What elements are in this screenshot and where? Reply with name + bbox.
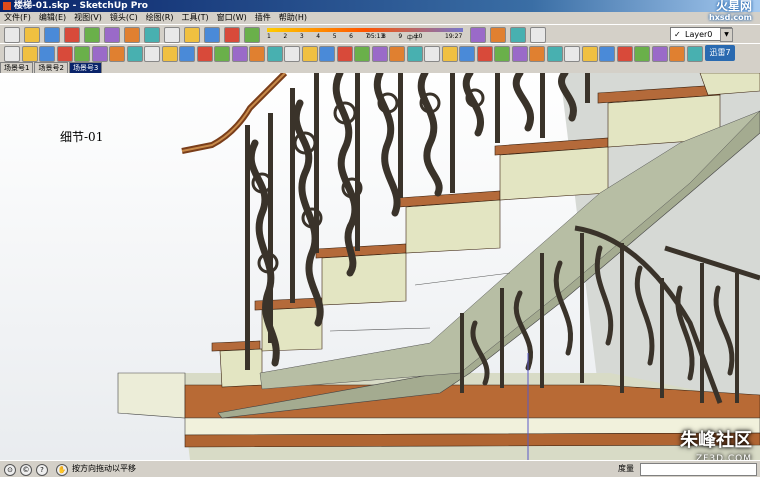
shadow-end-time: 19:27 <box>445 33 463 40</box>
previous-view-icon[interactable] <box>371 46 388 62</box>
undo-icon[interactable] <box>144 27 160 43</box>
arc-icon[interactable] <box>21 46 38 62</box>
menu-view[interactable]: 视图(V) <box>70 12 106 24</box>
move-icon[interactable] <box>74 46 90 62</box>
select-icon[interactable] <box>224 27 240 43</box>
model-info-icon[interactable] <box>204 27 220 43</box>
3d-text-icon[interactable] <box>266 46 283 62</box>
component-icon[interactable] <box>244 27 260 43</box>
zoom-extents-icon[interactable] <box>354 46 370 62</box>
measure-label: 度量 <box>618 464 634 473</box>
menu-file[interactable]: 文件(F) <box>0 12 35 24</box>
status-bar: ⊙ © ? ✋ 按方向拖动以平移 度量 <box>0 460 760 477</box>
redo-icon[interactable] <box>164 27 180 43</box>
geo-location-icon[interactable]: ⊙ <box>4 464 16 476</box>
scene-tabs: 场景号1 场景号2 场景号3 <box>0 62 760 74</box>
shadow-time: 05:13 <box>367 33 385 40</box>
measure-input[interactable] <box>640 463 757 476</box>
scene-label: 细节-01 <box>60 130 104 144</box>
next-view-icon[interactable] <box>389 46 405 62</box>
menu-edit[interactable]: 编辑(E) <box>35 12 70 24</box>
menu-window[interactable]: 窗口(W) <box>213 12 251 24</box>
window-title: 楼梯-01.skp - SketchUp Pro <box>14 1 148 11</box>
shadow-month-4: 4 <box>316 33 321 40</box>
dimension-icon[interactable] <box>196 46 213 62</box>
text-icon[interactable] <box>231 46 248 62</box>
shadow-month-2: 2 <box>283 33 288 40</box>
paste-icon[interactable] <box>104 27 120 43</box>
front-view-icon[interactable] <box>511 46 528 62</box>
right-view-icon[interactable] <box>529 46 545 62</box>
scale-icon[interactable] <box>144 46 160 62</box>
pan-status-icon: ✋ <box>56 464 68 476</box>
position-camera-icon[interactable] <box>406 46 423 62</box>
polygon-icon[interactable] <box>39 46 55 62</box>
menu-help[interactable]: 帮助(H) <box>275 12 311 24</box>
hidden-line-icon[interactable] <box>616 46 633 62</box>
circle-icon[interactable] <box>4 46 20 62</box>
monochrome-icon[interactable] <box>669 46 685 62</box>
credits-icon[interactable]: © <box>20 464 32 476</box>
wireframe-icon[interactable] <box>599 46 615 62</box>
shaded-icon[interactable] <box>634 46 650 62</box>
open-icon[interactable] <box>24 27 40 43</box>
left-view-icon[interactable] <box>564 46 580 62</box>
shadow-month-3: 3 <box>299 33 304 40</box>
shadow-month-5: 5 <box>332 33 337 40</box>
eraser-icon[interactable] <box>490 27 506 43</box>
status-hint: 按方向拖动以平移 <box>72 464 136 473</box>
pan-icon[interactable] <box>301 46 318 62</box>
textured-icon[interactable] <box>651 46 668 62</box>
chevron-down-icon[interactable]: ▼ <box>720 28 733 42</box>
menu-camera[interactable]: 镜头(C) <box>106 12 142 24</box>
cut-icon[interactable] <box>64 27 80 43</box>
model-viewport[interactable]: 细节-01 <box>0 73 760 460</box>
print-icon[interactable] <box>184 27 200 43</box>
xray-icon[interactable] <box>581 46 598 62</box>
help-icon[interactable]: ? <box>36 464 48 476</box>
copy-icon[interactable] <box>84 27 100 43</box>
rotate-icon[interactable] <box>109 46 125 62</box>
follow-me-icon[interactable] <box>126 46 143 62</box>
zf3d-watermark: 朱峰社区 ZF3D.COM <box>680 430 752 465</box>
walk-icon[interactable] <box>424 46 440 62</box>
zoom-icon[interactable] <box>319 46 335 62</box>
tape-icon[interactable] <box>179 46 195 62</box>
rectangle-icon[interactable] <box>510 27 526 43</box>
shadow-month-ticks: 123456789101112 <box>267 33 463 40</box>
shadow-date-track[interactable] <box>267 28 463 32</box>
shadow-month-9: 9 <box>398 33 403 40</box>
top-view-icon[interactable] <box>494 46 510 62</box>
erase-icon[interactable] <box>124 27 140 43</box>
hxsd-logo: 火星网 hxsd.com <box>709 0 752 22</box>
shadow-noon: 中午 <box>407 35 420 42</box>
layer-icon[interactable] <box>686 46 703 62</box>
section-plane-icon[interactable] <box>459 46 475 62</box>
new-icon[interactable] <box>4 27 20 43</box>
line-icon[interactable] <box>530 27 546 43</box>
push-pull-icon[interactable] <box>91 46 108 62</box>
offset-icon[interactable] <box>161 46 178 62</box>
thunder-popup[interactable]: 迅雷7 <box>705 45 735 61</box>
freehand-icon[interactable] <box>56 46 73 62</box>
toolbar-standard: 123456789101112 05:13 中午 19:27 Layer0 ▼ <box>0 24 760 45</box>
menu-draw[interactable]: 绘图(R) <box>142 12 178 24</box>
zoom-window-icon[interactable] <box>336 46 353 62</box>
shadow-month-1: 1 <box>267 33 271 40</box>
iso-view-icon[interactable] <box>476 46 493 62</box>
axes-icon[interactable] <box>249 46 265 62</box>
staircase-model <box>0 73 760 460</box>
shadow-slider[interactable]: 123456789101112 05:13 中午 19:27 <box>267 28 463 42</box>
paint-icon[interactable] <box>470 27 486 43</box>
toolbar-drawing: 迅雷7 <box>0 43 760 64</box>
sketchup-app-icon <box>3 2 11 10</box>
menu-plugins[interactable]: 插件 <box>251 12 275 24</box>
shadow-month-6: 6 <box>349 33 353 40</box>
menu-tools[interactable]: 工具(T) <box>178 12 213 24</box>
back-view-icon[interactable] <box>546 46 563 62</box>
save-icon[interactable] <box>44 27 60 43</box>
look-around-icon[interactable] <box>441 46 458 62</box>
protractor-icon[interactable] <box>214 46 230 62</box>
orbit-icon[interactable] <box>284 46 300 62</box>
